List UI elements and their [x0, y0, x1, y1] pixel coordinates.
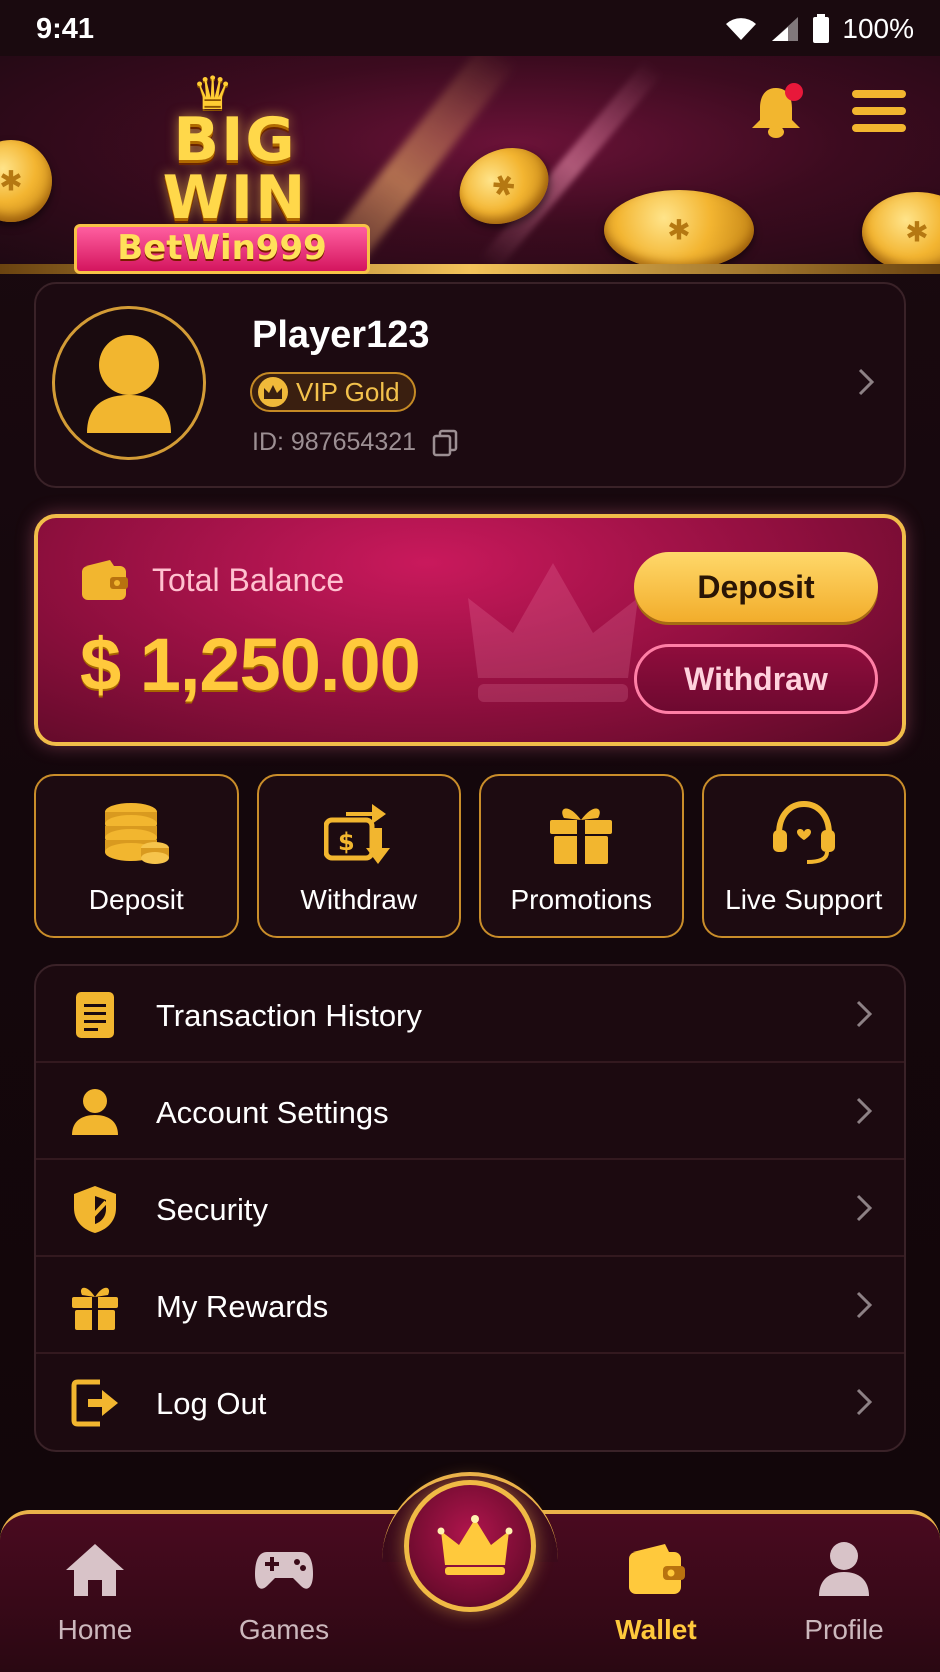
- deposit-button[interactable]: Deposit: [634, 552, 878, 622]
- quick-action-promotions[interactable]: Promotions: [479, 774, 684, 938]
- player-name: Player123: [252, 314, 430, 356]
- nav-item-wallet[interactable]: Wallet: [586, 1540, 726, 1660]
- menu-item-label: Transaction History: [156, 998, 422, 1033]
- crown-center-button[interactable]: [404, 1480, 536, 1612]
- bell-icon: [752, 83, 803, 138]
- nav-label: Wallet: [615, 1614, 697, 1645]
- status-bar: 9:41 100%: [0, 0, 940, 56]
- menu-item-label: My Rewards: [156, 1289, 329, 1324]
- menu-icon: [852, 90, 906, 132]
- chevron-right-icon: [856, 1388, 873, 1416]
- nav-item-home[interactable]: Home: [25, 1540, 165, 1660]
- nav-item-games[interactable]: Games: [214, 1540, 354, 1660]
- balance-label: Total Balance: [80, 558, 344, 602]
- balance-card: Total Balance $ 1,250.00 Deposit Withdra…: [34, 514, 906, 746]
- hero-banner: ♛ BIG WIN BetWin999: [0, 56, 940, 274]
- menu-item-label: Log Out: [156, 1386, 267, 1421]
- avatar: [52, 306, 206, 460]
- vip-level: VIP Gold: [296, 376, 400, 407]
- menu-item-log-out[interactable]: Log Out: [36, 1354, 904, 1450]
- battery-percent: 100%: [842, 13, 914, 44]
- quick-action-label: Promotions: [510, 884, 653, 915]
- gift-icon: [72, 1287, 118, 1330]
- account-menu: Transaction History Account Settings Sec…: [34, 964, 906, 1452]
- battery-icon: [813, 14, 830, 43]
- nav-label: Profile: [804, 1614, 884, 1645]
- coin-decoration: [447, 133, 561, 239]
- logo-big-text: BIG: [173, 105, 297, 175]
- quick-action-deposit[interactable]: Deposit: [34, 774, 239, 938]
- status-time: 9:41: [36, 13, 95, 45]
- coin-decoration: [862, 192, 940, 272]
- balance-amount: $ 1,250.00: [80, 623, 421, 706]
- wallet-icon: [629, 1544, 685, 1594]
- user-avatar-icon: [87, 335, 171, 433]
- signal-icon: [772, 17, 799, 41]
- quick-action-withdraw[interactable]: $ Withdraw: [256, 774, 461, 938]
- quick-action-label: Live Support: [725, 884, 883, 915]
- player-id: ID: 987654321: [252, 428, 458, 457]
- coin-decoration: [604, 190, 754, 270]
- player-id-text: ID: 987654321: [252, 428, 417, 456]
- vip-badge: VIP Gold: [250, 372, 416, 412]
- coins-stack-icon: [105, 803, 170, 864]
- nav-label: Games: [238, 1614, 330, 1645]
- nav-label: Home: [57, 1614, 133, 1645]
- quick-action-label: Deposit: [88, 884, 184, 915]
- crown-icon: [437, 1515, 513, 1575]
- gift-icon: [550, 808, 613, 864]
- logout-icon: [71, 1379, 118, 1427]
- menu-item-my-rewards[interactable]: My Rewards: [36, 1257, 904, 1354]
- withdraw-wallet-icon: $: [323, 804, 390, 864]
- quick-actions: Deposit $ Withdraw Promotions Live Suppo…: [34, 774, 906, 938]
- crown-watermark-icon: [468, 563, 638, 702]
- menu-item-account-settings[interactable]: Account Settings: [36, 1063, 904, 1160]
- profile-icon: [819, 1542, 869, 1596]
- quick-action-live-support[interactable]: Live Support: [701, 774, 906, 938]
- chevron-right-icon: [856, 1291, 873, 1319]
- chevron-right-icon: [856, 1097, 873, 1125]
- balance-label-text: Total Balance: [152, 561, 345, 598]
- chevron-right-icon: [858, 368, 875, 396]
- menu-item-label: Security: [156, 1192, 268, 1227]
- home-icon: [66, 1544, 124, 1596]
- svg-text:$: $: [338, 828, 355, 856]
- crown-icon: [258, 377, 288, 407]
- status-indicators: 100%: [724, 13, 914, 45]
- logo-brand-name: BetWin999: [74, 224, 370, 274]
- chevron-right-icon: [856, 1194, 873, 1222]
- logo-win-text: WIN: [162, 163, 308, 233]
- brand-logo: ♛ BIG WIN BetWin999: [72, 70, 398, 274]
- wifi-icon: [726, 18, 757, 40]
- nav-item-profile[interactable]: Profile: [774, 1540, 914, 1660]
- user-icon: [72, 1089, 118, 1135]
- notification-bell-button[interactable]: [748, 82, 804, 142]
- document-icon: [76, 992, 114, 1038]
- menu-item-security[interactable]: Security: [36, 1160, 904, 1257]
- menu-item-transaction-history[interactable]: Transaction History: [36, 966, 904, 1063]
- profile-card[interactable]: Player123 VIP Gold ID: 987654321: [34, 282, 906, 488]
- menu-item-label: Account Settings: [156, 1095, 389, 1130]
- headset-icon: [772, 800, 835, 864]
- shield-icon: [74, 1186, 116, 1233]
- copy-icon[interactable]: [432, 429, 458, 457]
- chevron-right-icon: [856, 1000, 873, 1028]
- withdraw-button[interactable]: Withdraw: [634, 644, 878, 714]
- quick-action-label: Withdraw: [300, 884, 418, 915]
- gamepad-icon: [255, 1552, 313, 1589]
- coin-decoration: [0, 140, 52, 222]
- hamburger-menu-button[interactable]: [850, 86, 908, 136]
- wallet-icon: [82, 560, 128, 600]
